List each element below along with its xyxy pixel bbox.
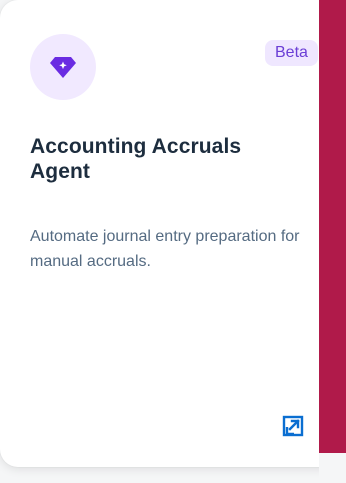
screen: Beta Accounting Accruals Agent Automate … [0,0,346,483]
card-description: Automate journal entry preparation for m… [30,228,300,270]
agent-icon [30,34,96,100]
side-overlay-gap [319,453,346,483]
side-overlay-band [319,0,346,453]
beta-badge: Beta [265,40,318,66]
open-agent-button[interactable] [279,412,307,440]
diamond-sparkle-icon [50,57,76,78]
agent-card[interactable]: Beta Accounting Accruals Agent Automate … [0,0,340,467]
open-external-icon [282,415,304,437]
card-title: Accounting Accruals Agent [30,135,242,183]
